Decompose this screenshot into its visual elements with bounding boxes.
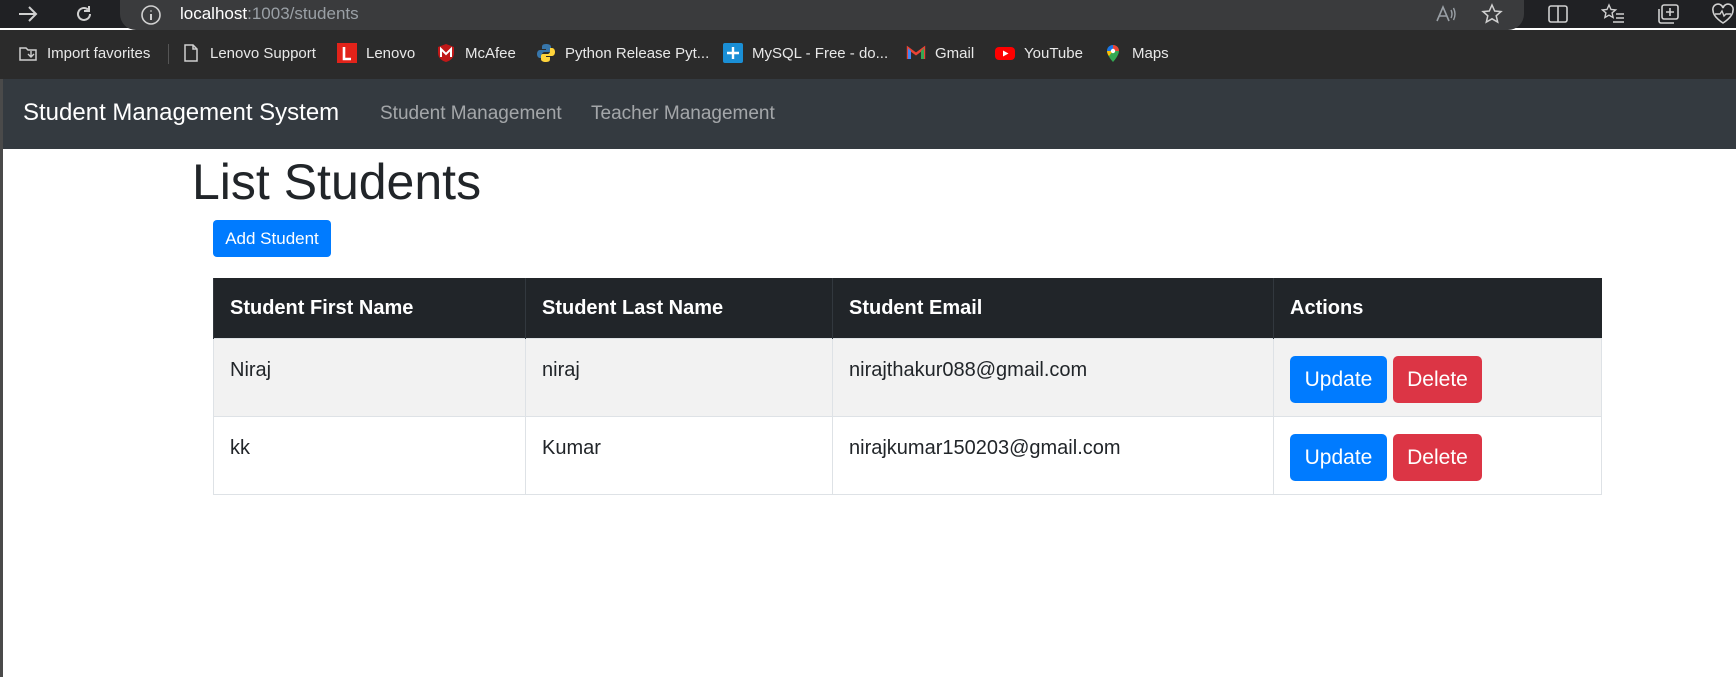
mcafee-icon bbox=[436, 43, 456, 63]
bookmark-divider bbox=[168, 44, 169, 64]
students-table: Student First Name Student Last Name Stu… bbox=[213, 278, 1602, 495]
lenovo-icon bbox=[337, 43, 357, 63]
delete-button[interactable]: Delete bbox=[1393, 434, 1482, 481]
header-first-name: Student First Name bbox=[213, 278, 526, 339]
bookmark-label: Lenovo bbox=[366, 44, 416, 62]
bookmark-gmail[interactable]: Gmail bbox=[906, 41, 974, 65]
table-header-row: Student First Name Student Last Name Stu… bbox=[213, 278, 1602, 339]
nav-link-student-management[interactable]: Student Management bbox=[380, 103, 562, 125]
bookmark-import-favorites[interactable]: Import favorites bbox=[18, 41, 150, 65]
maps-icon bbox=[1103, 43, 1123, 63]
bookmark-python[interactable]: Python Release Pyt... bbox=[536, 41, 709, 65]
page-title: List Students bbox=[192, 154, 482, 210]
add-student-button[interactable]: Add Student bbox=[213, 220, 331, 257]
bookmark-mysql[interactable]: MySQL - Free - do... bbox=[723, 41, 888, 65]
nav-link-teacher-management[interactable]: Teacher Management bbox=[591, 103, 775, 125]
cell-email: nirajthakur088@gmail.com bbox=[832, 338, 1274, 417]
table-row: kk Kumar nirajkumar150203@gmail.com Upda… bbox=[213, 416, 1602, 495]
split-screen-icon[interactable] bbox=[1545, 0, 1571, 28]
bookmark-label: Maps bbox=[1132, 44, 1169, 62]
bookmark-mcafee[interactable]: McAfee bbox=[436, 41, 516, 65]
header-last-name: Student Last Name bbox=[525, 278, 833, 339]
forward-arrow-icon[interactable] bbox=[14, 0, 42, 28]
cell-actions: Update Delete bbox=[1273, 338, 1602, 417]
bookmark-label: MySQL - Free - do... bbox=[752, 44, 889, 62]
header-actions: Actions bbox=[1273, 278, 1602, 339]
youtube-icon bbox=[995, 43, 1015, 63]
cell-email: nirajkumar150203@gmail.com bbox=[832, 416, 1274, 495]
collections-icon[interactable] bbox=[1655, 0, 1681, 28]
delete-button[interactable]: Delete bbox=[1393, 356, 1482, 403]
table-row: Niraj niraj nirajthakur088@gmail.com Upd… bbox=[213, 338, 1602, 417]
page-viewport: Student Management System Student Manage… bbox=[0, 79, 1736, 677]
url-host: localhost bbox=[180, 4, 248, 23]
python-icon bbox=[536, 43, 556, 63]
url-text: localhost:1003/students bbox=[180, 4, 359, 24]
browser-toolbar: localhost:1003/students bbox=[0, 0, 1736, 30]
favorite-star-icon[interactable] bbox=[1479, 0, 1505, 28]
bookmark-lenovo-support[interactable]: Lenovo Support bbox=[181, 41, 316, 65]
read-aloud-icon[interactable] bbox=[1433, 0, 1459, 28]
bookmark-lenovo[interactable]: Lenovo bbox=[337, 41, 415, 65]
bookmark-maps[interactable]: Maps bbox=[1103, 41, 1169, 65]
bookmark-label: Lenovo Support bbox=[210, 44, 316, 62]
header-email: Student Email bbox=[832, 278, 1274, 339]
site-info-icon[interactable] bbox=[140, 4, 162, 31]
bookmark-label: Python Release Pyt... bbox=[565, 44, 710, 62]
address-bar[interactable]: localhost:1003/students bbox=[120, 0, 1524, 30]
cell-last-name: niraj bbox=[525, 338, 833, 417]
bookmark-label: Import favorites bbox=[47, 44, 151, 62]
cell-first-name: Niraj bbox=[213, 338, 526, 417]
url-path: :1003/students bbox=[247, 4, 359, 23]
app-navbar: Student Management System Student Manage… bbox=[3, 79, 1736, 149]
page-icon bbox=[181, 43, 201, 63]
refresh-icon[interactable] bbox=[70, 0, 98, 28]
cell-actions: Update Delete bbox=[1273, 416, 1602, 495]
cell-first-name: kk bbox=[213, 416, 526, 495]
favorites-list-icon[interactable] bbox=[1600, 0, 1626, 28]
bookmark-label: Gmail bbox=[935, 44, 975, 62]
gmail-icon bbox=[906, 43, 926, 63]
update-button[interactable]: Update bbox=[1290, 434, 1387, 481]
bookmarks-bar: Import favorites Lenovo Support Lenovo M… bbox=[0, 30, 1736, 79]
import-favorites-icon bbox=[18, 43, 38, 63]
mysql-icon bbox=[723, 43, 743, 63]
bookmark-label: McAfee bbox=[465, 44, 516, 62]
browser-essentials-icon[interactable] bbox=[1710, 0, 1736, 28]
cell-last-name: Kumar bbox=[525, 416, 833, 495]
update-button[interactable]: Update bbox=[1290, 356, 1387, 403]
bookmark-youtube[interactable]: YouTube bbox=[995, 41, 1083, 65]
navbar-brand[interactable]: Student Management System bbox=[23, 99, 339, 127]
bookmark-label: YouTube bbox=[1024, 44, 1083, 62]
